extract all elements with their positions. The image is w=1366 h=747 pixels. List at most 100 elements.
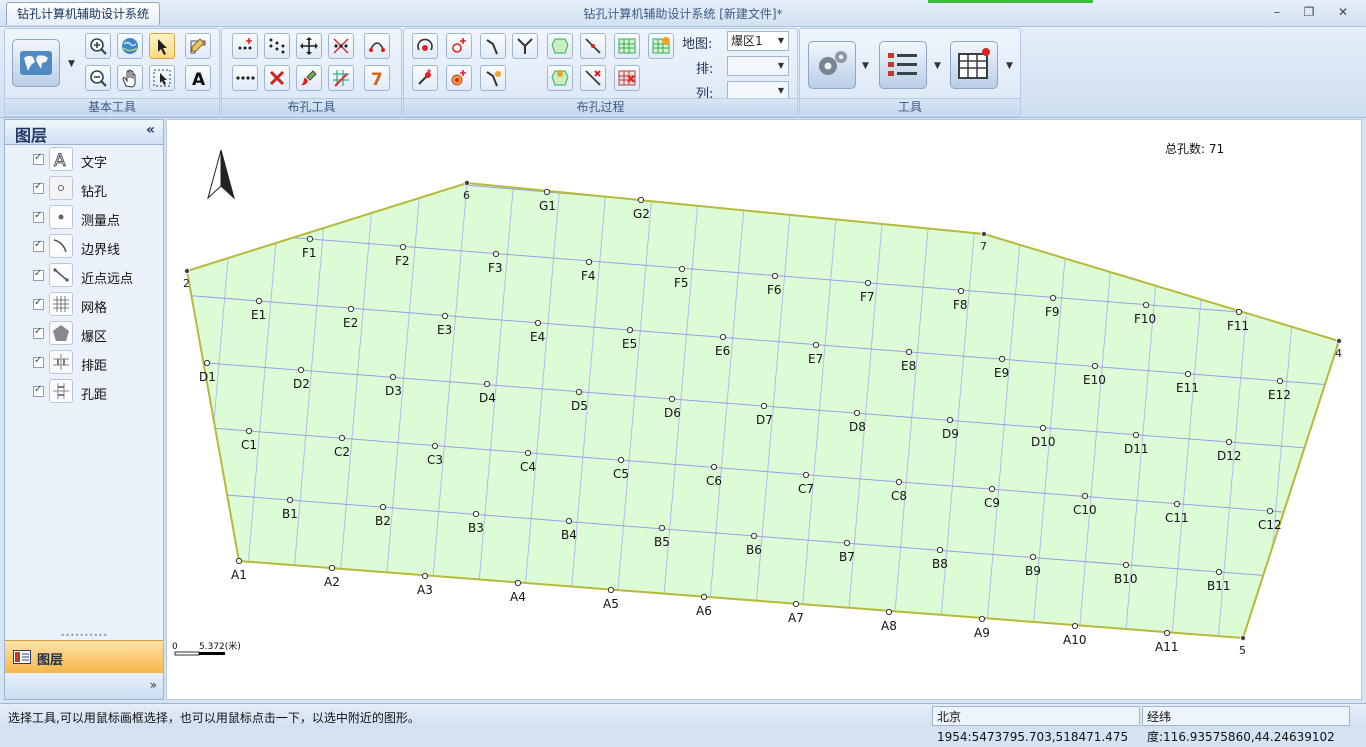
drill-hole[interactable]	[1091, 362, 1099, 370]
drill-hole[interactable]	[843, 539, 851, 547]
delete-icon[interactable]	[264, 65, 290, 91]
table-icon[interactable]	[950, 41, 998, 89]
row-select[interactable]: ▼	[727, 56, 789, 76]
draw-boundary-icon[interactable]	[480, 33, 506, 59]
drill-hole[interactable]	[1071, 622, 1079, 630]
zoom-in-icon[interactable]	[85, 33, 111, 59]
boundary-vertex[interactable]	[1240, 635, 1247, 642]
add-point-icon[interactable]	[232, 33, 258, 59]
drill-hole[interactable]	[483, 380, 491, 388]
drill-hole[interactable]	[1215, 568, 1223, 576]
layer-item[interactable]: 近点远点	[5, 262, 163, 290]
drill-hole[interactable]	[668, 395, 676, 403]
polygon-icon[interactable]	[547, 33, 573, 59]
scatter-icon[interactable]	[328, 33, 354, 59]
drill-hole[interactable]	[792, 600, 800, 608]
drill-hole[interactable]	[812, 341, 820, 349]
layer-checkbox[interactable]	[33, 326, 44, 339]
drill-hole[interactable]	[626, 326, 634, 334]
branch-icon[interactable]	[512, 33, 538, 59]
drill-hole[interactable]	[719, 333, 727, 341]
drill-hole[interactable]	[441, 312, 449, 320]
dotted-grid-icon[interactable]	[264, 33, 290, 59]
drill-hole[interactable]	[905, 348, 913, 356]
drill-hole[interactable]	[936, 546, 944, 554]
layer-item[interactable]: A 文字	[5, 146, 163, 174]
pan-hand-icon[interactable]	[117, 65, 143, 91]
layer-checkbox[interactable]	[33, 239, 44, 252]
drill-hole[interactable]	[1029, 553, 1037, 561]
target-icon[interactable]	[446, 65, 472, 91]
add-drill-icon[interactable]	[446, 33, 472, 59]
collapse-icon[interactable]: «	[146, 122, 155, 138]
map-drawing[interactable]: 6 7 4 5 2 G1 G2 F1 F2 F3 F4 F5 F6 F7 F8 F9 F10 F11 E1 E2 E3 E…	[167, 120, 1361, 699]
grid-edit-icon[interactable]	[328, 65, 354, 91]
drill-hole[interactable]	[543, 188, 551, 196]
line-delete-icon[interactable]	[580, 65, 606, 91]
drill-hole[interactable]	[1122, 561, 1130, 569]
drill-hole[interactable]	[255, 297, 263, 305]
drill-hole[interactable]	[895, 478, 903, 486]
drill-hole[interactable]	[245, 427, 253, 435]
drill-hole[interactable]	[700, 593, 708, 601]
drill-hole[interactable]	[617, 456, 625, 464]
drill-hole[interactable]	[1132, 431, 1140, 439]
grid-delete-icon[interactable]	[614, 65, 640, 91]
drill-hole[interactable]	[1049, 294, 1057, 302]
drill-hole[interactable]	[379, 503, 387, 511]
layer-checkbox[interactable]	[33, 384, 44, 397]
drill-hole[interactable]	[998, 355, 1006, 363]
drill-hole[interactable]	[1081, 492, 1089, 500]
boundary-vertex[interactable]	[981, 231, 988, 238]
drill-hole[interactable]	[431, 442, 439, 450]
chevron-down-icon[interactable]: ▼	[68, 59, 75, 69]
layer-item[interactable]: 边界线	[5, 233, 163, 261]
drill-hole[interactable]	[607, 586, 615, 594]
drill-hole[interactable]	[1142, 301, 1150, 309]
measure-icon[interactable]	[185, 33, 211, 59]
layer-item[interactable]: 钻孔	[5, 175, 163, 203]
layer-checkbox[interactable]	[33, 297, 44, 310]
drill-hole[interactable]	[534, 319, 542, 327]
drill-rotate-icon[interactable]	[412, 33, 438, 59]
grid-settings-icon[interactable]	[648, 33, 674, 59]
layer-item[interactable]: 测量点	[5, 204, 163, 232]
drill-hole[interactable]	[235, 557, 243, 565]
panel-tab-layers[interactable]: 图层	[5, 640, 163, 673]
layer-item[interactable]: 排距	[5, 349, 163, 377]
drill-hole[interactable]	[978, 615, 986, 623]
drill-hole[interactable]	[286, 496, 294, 504]
drill-hole[interactable]	[421, 572, 429, 580]
boundary-vertex[interactable]	[1336, 337, 1343, 344]
move-icon[interactable]	[296, 33, 322, 59]
map-canvas[interactable]: 6 7 4 5 2 G1 G2 F1 F2 F3 F4 F5 F6 F7 F8 F9 F10 F11 E1 E2 E3 E…	[166, 119, 1362, 700]
drill-hole[interactable]	[885, 608, 893, 616]
list-icon[interactable]	[879, 41, 927, 89]
drill-hole[interactable]	[565, 517, 573, 525]
zoom-out-icon[interactable]	[85, 65, 111, 91]
grid-add-icon[interactable]	[614, 33, 640, 59]
drill-hole[interactable]	[1173, 500, 1181, 508]
drill-hole[interactable]	[399, 243, 407, 251]
drill-hole[interactable]	[988, 485, 996, 493]
layer-item[interactable]: 孔距	[5, 378, 163, 406]
layer-checkbox[interactable]	[33, 210, 44, 223]
drill-hole[interactable]	[203, 359, 211, 367]
layer-checkbox[interactable]	[33, 181, 44, 194]
drill-hole[interactable]	[389, 373, 397, 381]
add-pin-icon[interactable]	[412, 65, 438, 91]
boundary-add-icon[interactable]	[480, 65, 506, 91]
drill-hole[interactable]	[1184, 370, 1192, 378]
chevron-down-icon[interactable]: ▼	[934, 61, 941, 71]
drill-hole[interactable]	[524, 449, 532, 457]
layer-item[interactable]: 爆区	[5, 320, 163, 348]
layer-item[interactable]: 网格	[5, 291, 163, 319]
curve-edit-icon[interactable]	[364, 33, 390, 59]
chevron-down-icon[interactable]: ▼	[1006, 61, 1013, 71]
drill-hole[interactable]	[1266, 507, 1274, 515]
drill-hole[interactable]	[760, 402, 768, 410]
select-region-icon[interactable]	[149, 65, 175, 91]
dotted-line-icon[interactable]	[232, 65, 258, 91]
drill-hole[interactable]	[957, 287, 965, 295]
drill-hole[interactable]	[1276, 377, 1284, 385]
